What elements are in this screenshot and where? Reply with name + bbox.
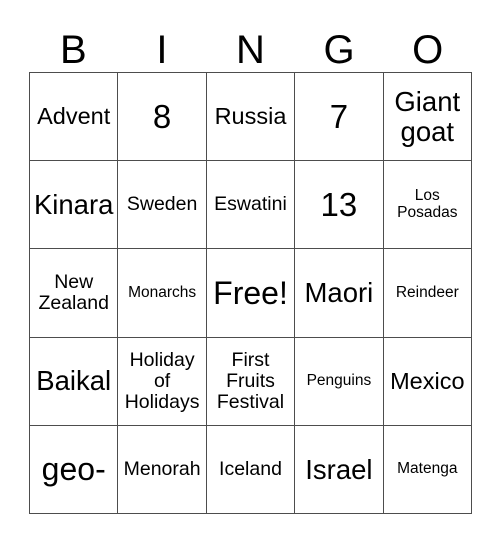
bingo-cell-label: Sweden — [126, 193, 198, 216]
bingo-cell-r3c4[interactable]: Maori — [295, 249, 384, 338]
bingo-cell-r4c4[interactable]: Penguins — [295, 337, 384, 426]
header-letter-g: G — [323, 28, 355, 72]
header-letter-i: I — [156, 28, 168, 72]
bingo-cell-label: Iceland — [219, 457, 282, 480]
bingo-cell-label: Israel — [305, 453, 373, 485]
bingo-cell-label: Reindeer — [395, 283, 459, 301]
bingo-cell-r5c1[interactable]: geo- — [30, 425, 119, 514]
bingo-cell-r1c4[interactable]: 7 — [295, 73, 384, 162]
header-letter-b: B — [59, 28, 87, 72]
bingo-cell-r4c2[interactable]: Holiday of Holidays — [118, 337, 207, 426]
bingo-cell-label: Baikal — [36, 365, 112, 397]
bingo-cell-r5c5[interactable]: Matenga — [383, 425, 472, 514]
bingo-cell-label: Penguins — [306, 371, 372, 389]
bingo-cell-r2c3[interactable]: Eswatini — [206, 161, 296, 250]
bingo-cell-r1c5[interactable]: Giant goat — [383, 73, 472, 162]
bingo-cell-r3c1[interactable]: New Zealand — [30, 249, 119, 338]
bingo-cell-label: geo- — [41, 451, 106, 488]
bingo-card: B I N G O Advent 8 Russia 7 Giant goat K… — [29, 12, 472, 514]
bingo-cell-r1c3[interactable]: Russia — [206, 73, 296, 162]
bingo-cell-r2c5[interactable]: Los Posadas — [383, 161, 472, 250]
bingo-cell-label: Menorah — [123, 457, 201, 480]
bingo-free-space-label: Free! — [213, 274, 288, 311]
bingo-cell-label: 7 — [329, 97, 349, 135]
bingo-cell-label: Monarchs — [128, 283, 197, 301]
bingo-cell-r5c2[interactable]: Menorah — [118, 425, 207, 514]
bingo-grid: Advent 8 Russia 7 Giant goat Kinara Swed… — [29, 72, 472, 514]
bingo-cell-label: Mexico — [390, 367, 465, 394]
bingo-cell-label: Giant goat — [394, 85, 461, 147]
bingo-cell-label: 13 — [320, 185, 358, 223]
bingo-cell-r4c1[interactable]: Baikal — [30, 337, 119, 426]
bingo-cell-r4c3[interactable]: First Fruits Festival — [206, 337, 296, 426]
bingo-cell-r2c1[interactable]: Kinara — [30, 161, 119, 250]
bingo-cell-r2c2[interactable]: Sweden — [118, 161, 207, 250]
bingo-cell-r1c2[interactable]: 8 — [118, 73, 207, 162]
bingo-cell-r4c5[interactable]: Mexico — [383, 337, 472, 426]
bingo-cell-label: First Fruits Festival — [216, 348, 285, 413]
bingo-cell-r5c4[interactable]: Israel — [295, 425, 384, 514]
bingo-cell-r1c1[interactable]: Advent — [30, 73, 119, 162]
bingo-cell-r3c5[interactable]: Reindeer — [383, 249, 472, 338]
bingo-cell-label: 8 — [152, 97, 172, 135]
header-letter-o: O — [412, 28, 444, 72]
header-letter-n: N — [236, 28, 265, 72]
bingo-cell-label: Matenga — [397, 460, 458, 478]
bingo-cell-r5c3[interactable]: Iceland — [206, 425, 296, 514]
bingo-cell-r2c4[interactable]: 13 — [295, 161, 384, 250]
bingo-cell-label: Holiday of Holidays — [124, 348, 200, 413]
bingo-cell-label: Advent — [37, 102, 111, 129]
bingo-cell-label: Russia — [214, 102, 287, 129]
bingo-cell-label: New Zealand — [38, 270, 109, 314]
bingo-cell-label: Kinara — [33, 188, 114, 220]
bingo-cell-label: Los Posadas — [397, 187, 458, 221]
bingo-cell-label: Eswatini — [214, 193, 287, 216]
bingo-cell-label: Maori — [304, 277, 374, 309]
bingo-header-row: B I N G O — [29, 12, 472, 72]
bingo-cell-free-space[interactable]: Free! — [206, 249, 296, 338]
bingo-cell-r3c2[interactable]: Monarchs — [118, 249, 207, 338]
